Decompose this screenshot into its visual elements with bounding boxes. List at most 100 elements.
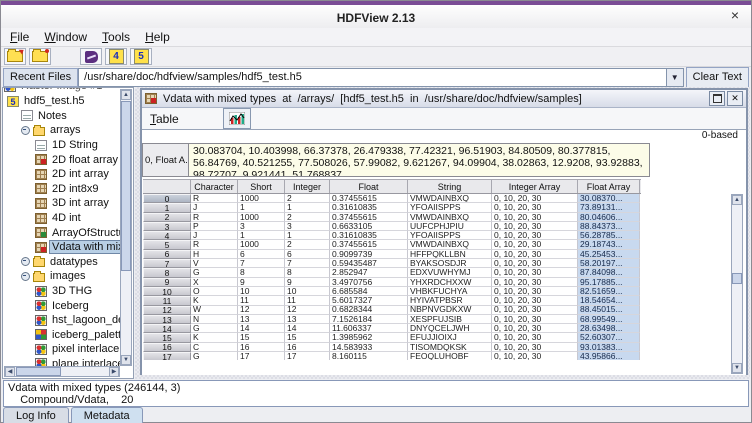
chart-button[interactable] xyxy=(223,108,251,129)
table-cell[interactable]: HFFPQKLLBN xyxy=(408,250,492,259)
tree-horizontal-scrollbar[interactable]: ◀ ▶ xyxy=(4,366,120,377)
tree-item[interactable]: Vdata with mixed ty xyxy=(4,240,120,255)
tree-item[interactable]: plane interlace xyxy=(4,357,120,366)
tree-item[interactable]: ArrayOfStructures xyxy=(4,225,120,240)
table-cell[interactable]: 56.28785... xyxy=(578,231,640,240)
row-header[interactable]: 0 xyxy=(143,194,191,203)
table-cell[interactable]: 0, 10, 20, 30 xyxy=(492,287,578,296)
table-cell[interactable]: 16 xyxy=(285,343,330,352)
table-cell[interactable]: 15 xyxy=(285,333,330,342)
column-header-short[interactable]: Short xyxy=(238,180,285,193)
table-cell[interactable]: N xyxy=(191,315,238,324)
table-cell[interactable]: 0.31610835 xyxy=(330,231,408,240)
table-cell[interactable]: H xyxy=(191,250,238,259)
table-cell[interactable]: 0, 10, 20, 30 xyxy=(492,203,578,212)
table-cell[interactable]: 0, 10, 20, 30 xyxy=(492,333,578,342)
table-cell[interactable]: 9 xyxy=(285,278,330,287)
table-cell[interactable]: 17 xyxy=(285,352,330,360)
table-cell[interactable]: 0.31610835 xyxy=(330,203,408,212)
clear-text-button[interactable]: Clear Text xyxy=(686,67,749,88)
table-cell[interactable]: 6 xyxy=(285,250,330,259)
menu-item-tools[interactable]: Tools xyxy=(102,30,130,44)
tree-item[interactable]: Iceberg xyxy=(4,298,120,313)
table-cell[interactable]: G xyxy=(191,324,238,333)
tree-expander-icon[interactable] xyxy=(21,257,30,266)
table-cell[interactable]: 13 xyxy=(238,315,285,324)
table-cell[interactable]: VHBKFUCHYA xyxy=(408,287,492,296)
tree-item[interactable]: Notes xyxy=(4,109,120,124)
row-header[interactable]: 8 xyxy=(143,268,191,277)
row-header[interactable]: 12 xyxy=(143,306,191,315)
table-cell[interactable]: 5.6017327 xyxy=(330,296,408,305)
table-cell[interactable]: 1 xyxy=(238,203,285,212)
table-cell[interactable]: HYIVATPBSR xyxy=(408,296,492,305)
table-cell[interactable]: K xyxy=(191,333,238,342)
table-cell[interactable]: 0, 10, 20, 30 xyxy=(492,222,578,231)
table-cell[interactable]: 6 xyxy=(238,250,285,259)
scroll-thumb[interactable] xyxy=(16,367,61,376)
table-cell[interactable]: 12 xyxy=(285,306,330,315)
table-cell[interactable]: 0, 10, 20, 30 xyxy=(492,213,578,222)
scroll-up-icon[interactable]: ▲ xyxy=(732,195,742,205)
row-header[interactable]: 1 xyxy=(143,203,191,212)
table-cell[interactable]: 88.45015... xyxy=(578,306,640,315)
column-header-float-array[interactable]: Float Array xyxy=(578,180,640,193)
table-cell[interactable]: 14.583933 xyxy=(330,343,408,352)
tree-item[interactable]: pixel interlace xyxy=(4,342,120,357)
table-cell[interactable]: 7.1526184 xyxy=(330,315,408,324)
table-cell[interactable]: J xyxy=(191,231,238,240)
table-cell[interactable]: 0, 10, 20, 30 xyxy=(492,343,578,352)
scroll-down-icon[interactable]: ▼ xyxy=(121,355,131,365)
table-cell[interactable]: 11 xyxy=(285,296,330,305)
dataset-frame-titlebar[interactable]: Vdata with mixed types at /arrays/ [hdf5… xyxy=(142,90,746,108)
table-cell[interactable]: UUFCPHJPIU xyxy=(408,222,492,231)
table-cell[interactable]: G xyxy=(191,268,238,277)
table-cell[interactable]: 43.95866... xyxy=(578,352,640,360)
menu-item-help[interactable]: Help xyxy=(145,30,170,44)
row-header[interactable]: 11 xyxy=(143,296,191,305)
tree-item[interactable]: 3D int array xyxy=(4,196,120,211)
scroll-thumb[interactable] xyxy=(732,273,742,284)
column-header-float[interactable]: Float xyxy=(330,180,408,193)
table-cell[interactable]: 0, 10, 20, 30 xyxy=(492,250,578,259)
table-cell[interactable]: 52.60307... xyxy=(578,333,640,342)
table-vertical-scrollbar[interactable]: ▲ ▼ xyxy=(731,194,743,374)
table-cell[interactable]: NBPNVGDKXW xyxy=(408,306,492,315)
table-cell[interactable]: J xyxy=(191,203,238,212)
table-cell[interactable]: R xyxy=(191,213,238,222)
frame-maximize-button[interactable] xyxy=(709,91,725,106)
table-cell[interactable]: 80.04606... xyxy=(578,213,640,222)
row-header[interactable]: 14 xyxy=(143,324,191,333)
table-cell[interactable]: 3.4970756 xyxy=(330,278,408,287)
table-cell[interactable]: 1000 xyxy=(238,194,285,203)
table-cell[interactable]: 3 xyxy=(285,222,330,231)
tree-item[interactable]: 2D float array xyxy=(4,152,120,167)
menu-item-file[interactable]: File xyxy=(10,30,29,44)
tree-item[interactable]: images xyxy=(4,269,120,284)
help-button[interactable] xyxy=(80,48,102,65)
row-header[interactable]: 13 xyxy=(143,315,191,324)
table-cell[interactable]: 8 xyxy=(285,268,330,277)
table-cell[interactable]: 16 xyxy=(238,343,285,352)
hdf5-library-button[interactable]: 5 xyxy=(130,48,152,65)
row-header[interactable]: 15 xyxy=(143,333,191,342)
table-cell[interactable]: YFOAIISPPS xyxy=(408,203,492,212)
table-cell[interactable]: 0.37455615 xyxy=(330,240,408,249)
table-cell[interactable]: 30.08370... xyxy=(578,194,640,203)
table-cell[interactable]: 2 xyxy=(285,240,330,249)
table-cell[interactable]: VMWDAINBXQ xyxy=(408,213,492,222)
tree-item[interactable]: 3D THG xyxy=(4,284,120,299)
column-header-integer-array[interactable]: Integer Array xyxy=(492,180,578,193)
table-cell[interactable]: 1000 xyxy=(238,240,285,249)
column-header-string[interactable]: String xyxy=(408,180,492,193)
table-cell[interactable]: P xyxy=(191,222,238,231)
table-cell[interactable]: 1 xyxy=(238,231,285,240)
table-cell[interactable]: 7 xyxy=(285,259,330,268)
table-cell[interactable]: 29.18743... xyxy=(578,240,640,249)
table-cell[interactable]: 73.89131... xyxy=(578,203,640,212)
scroll-thumb[interactable] xyxy=(121,101,131,271)
table-cell[interactable]: 2 xyxy=(285,213,330,222)
table-cell[interactable]: 0, 10, 20, 30 xyxy=(492,315,578,324)
table-cell[interactable]: V xyxy=(191,259,238,268)
menu-item-table[interactable]: Table xyxy=(150,112,179,126)
